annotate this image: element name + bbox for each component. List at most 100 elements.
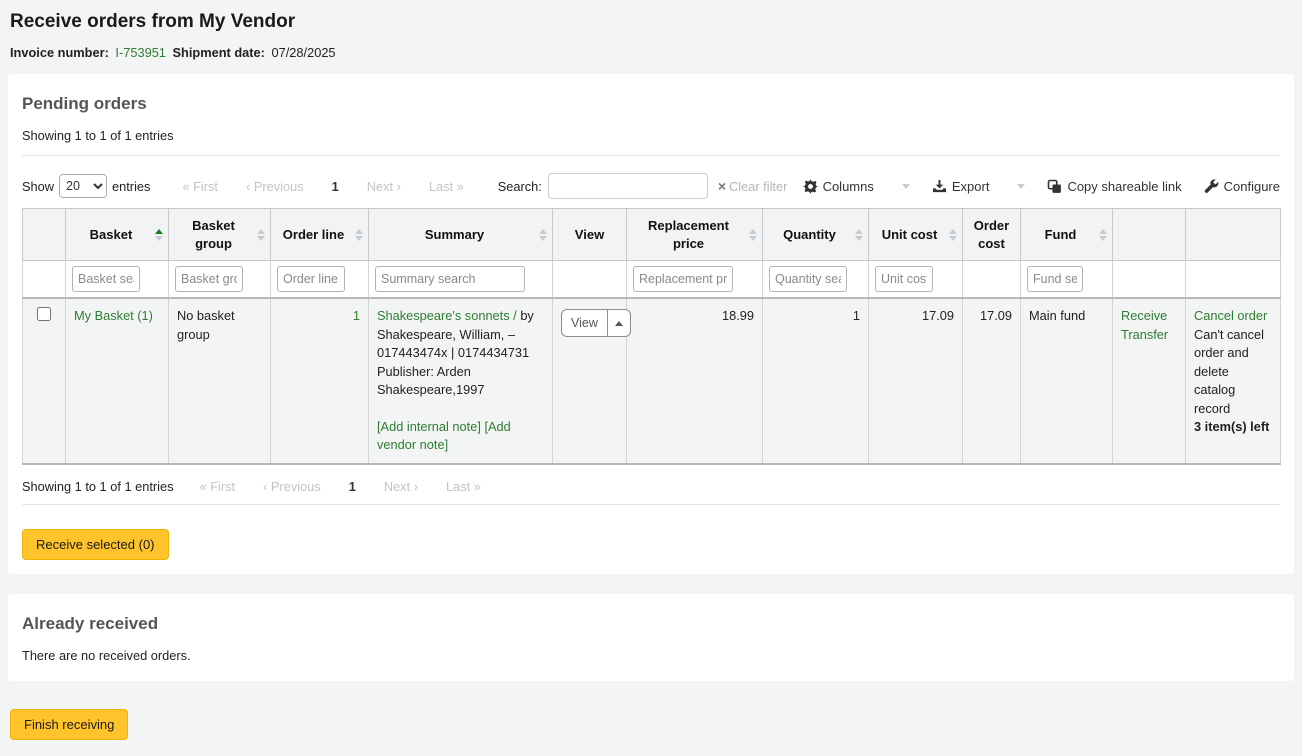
shipment-date-label: Shipment date:	[173, 45, 265, 60]
sort-icon	[539, 229, 547, 241]
pagination-previous[interactable]: ‹ Previous	[263, 479, 321, 494]
filter-cell-fund	[1021, 261, 1113, 299]
record-title-link[interactable]: Shakespeare's sonnets /	[377, 308, 517, 323]
column-header-basket[interactable]: Basket	[66, 209, 169, 261]
quantity-cell: 1	[763, 298, 869, 464]
sort-icon	[355, 229, 363, 241]
view-cell: View	[553, 298, 627, 464]
filter-quantity-input[interactable]	[769, 266, 847, 292]
finish-receiving-button[interactable]: Finish receiving	[10, 709, 128, 740]
column-header-order-cost: Order cost	[963, 209, 1021, 261]
cancel-note: Can't cancel order and delete catalog re…	[1194, 326, 1272, 419]
column-header-replacement-price[interactable]: Replacement price	[627, 209, 763, 261]
filter-cell-summary	[369, 261, 553, 299]
wrench-icon	[1204, 179, 1219, 194]
clear-icon: ×	[718, 178, 726, 194]
sort-icon	[1099, 229, 1107, 241]
sort-icon	[749, 229, 757, 241]
pending-orders-table: Basket Basket group Order line Summary V…	[22, 208, 1281, 465]
pagination-top: « First ‹ Previous 1 Next › Last »	[182, 179, 463, 194]
filter-cell-empty	[23, 261, 66, 299]
column-header-quantity[interactable]: Quantity	[763, 209, 869, 261]
replacement-price-cell: 18.99	[627, 298, 763, 464]
filter-summary-input[interactable]	[375, 266, 525, 292]
table-footer: Showing 1 to 1 of 1 entries « First ‹ Pr…	[22, 479, 1280, 494]
sort-icon	[257, 229, 265, 241]
pending-orders-section: Pending orders Showing 1 to 1 of 1 entri…	[8, 74, 1294, 574]
transfer-link[interactable]: Transfer	[1121, 326, 1177, 345]
filter-cell-cancel	[1186, 261, 1281, 299]
filter-order-line-input[interactable]	[277, 266, 345, 292]
filter-fund-input[interactable]	[1027, 266, 1083, 292]
receive-link[interactable]: Receive	[1121, 307, 1177, 326]
filter-replacement-price-input[interactable]	[633, 266, 733, 292]
items-left-text: 3 item(s) left	[1194, 418, 1272, 437]
filter-basket-group-input[interactable]	[175, 266, 243, 292]
sort-icon	[855, 229, 863, 241]
search-input[interactable]	[548, 173, 708, 199]
column-header-basket-group[interactable]: Basket group	[169, 209, 271, 261]
clear-filter-button[interactable]: ×Clear filter	[718, 178, 788, 194]
pagination-next[interactable]: Next ›	[367, 179, 401, 194]
view-button[interactable]: View	[561, 309, 631, 337]
configure-button[interactable]: Configure	[1204, 179, 1280, 194]
pagination-current-page[interactable]: 1	[349, 479, 356, 494]
filter-cell-basket-group	[169, 261, 271, 299]
table-controls: Show 20 entries « First ‹ Previous 1 Nex…	[22, 166, 1280, 208]
divider	[22, 504, 1280, 505]
order-cost-cell: 17.09	[963, 298, 1021, 464]
sort-icon	[155, 229, 163, 241]
column-header-unit-cost[interactable]: Unit cost	[869, 209, 963, 261]
row-checkbox[interactable]	[37, 307, 51, 321]
columns-button[interactable]: Columns	[803, 179, 874, 194]
pagination-next[interactable]: Next ›	[384, 479, 418, 494]
pagination-first[interactable]: « First	[200, 479, 236, 494]
add-internal-note-link[interactable]: [Add internal note]	[377, 419, 481, 434]
pagination-previous[interactable]: ‹ Previous	[246, 179, 304, 194]
copy-shareable-link-button[interactable]: Copy shareable link	[1047, 179, 1181, 194]
copy-icon	[1047, 179, 1062, 194]
filter-cell-unit-cost	[869, 261, 963, 299]
column-header-view: View	[553, 209, 627, 261]
entries-label: entries	[112, 179, 150, 194]
pagination-last[interactable]: Last »	[429, 179, 464, 194]
page-size-select[interactable]: 20	[59, 174, 107, 198]
view-dropdown-toggle[interactable]	[607, 310, 630, 336]
already-received-heading: Already received	[22, 614, 1280, 634]
columns-caret-icon[interactable]	[902, 184, 910, 189]
caret-up-icon	[615, 321, 623, 326]
invoice-line: Invoice number: I-753951 Shipment date: …	[10, 45, 1292, 60]
receive-selected-button[interactable]: Receive selected (0)	[22, 529, 169, 560]
pagination-current-page[interactable]: 1	[332, 179, 339, 194]
column-header-cancel	[1186, 209, 1281, 261]
search-label: Search:	[498, 179, 542, 194]
cancel-order-link[interactable]: Cancel order	[1194, 308, 1267, 323]
filter-cell-basket	[66, 261, 169, 299]
filter-cell-actions	[1113, 261, 1186, 299]
table-row: My Basket (1) No basket group 1 Shakespe…	[23, 298, 1281, 464]
finish-receiving-area: Finish receiving	[0, 681, 1302, 756]
column-header-summary[interactable]: Summary	[369, 209, 553, 261]
invoice-number-link[interactable]: I-753951	[115, 45, 166, 60]
pagination-first[interactable]: « First	[182, 179, 218, 194]
filter-unit-cost-input[interactable]	[875, 266, 933, 292]
column-header-order-line[interactable]: Order line	[271, 209, 369, 261]
filter-cell-replacement-price	[627, 261, 763, 299]
order-line-cell: 1	[271, 298, 369, 464]
basket-link[interactable]: My Basket (1)	[74, 308, 153, 323]
export-button[interactable]: Export	[932, 179, 990, 194]
show-label: Show	[22, 179, 54, 194]
entries-count-top: Showing 1 to 1 of 1 entries	[22, 128, 1280, 143]
download-icon	[932, 179, 947, 194]
filter-cell-quantity	[763, 261, 869, 299]
export-caret-icon[interactable]	[1017, 184, 1025, 189]
order-line-link[interactable]: 1	[353, 308, 360, 323]
gear-icon	[803, 179, 818, 194]
column-header-checkbox	[23, 209, 66, 261]
filter-cell-order-line	[271, 261, 369, 299]
basket-group-cell: No basket group	[169, 298, 271, 464]
no-received-orders-text: There are no received orders.	[22, 648, 1280, 663]
column-header-fund[interactable]: Fund	[1021, 209, 1113, 261]
pagination-last[interactable]: Last »	[446, 479, 481, 494]
filter-basket-input[interactable]	[72, 266, 140, 292]
